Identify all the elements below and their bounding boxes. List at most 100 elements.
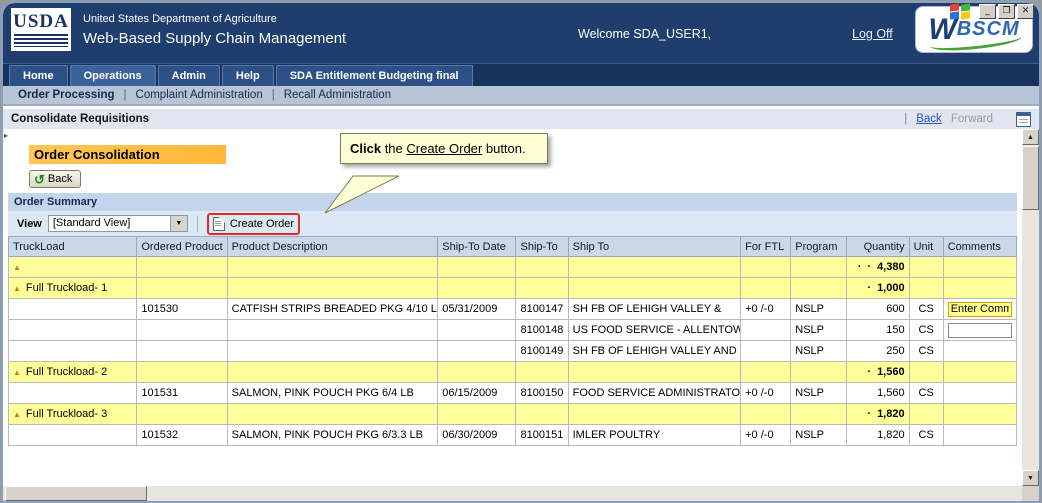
- ship-to-date-cell: 05/31/2009: [438, 299, 516, 320]
- panel-collapse-arrow-icon[interactable]: ▸: [4, 131, 8, 140]
- vertical-scrollbar[interactable]: ▲ ▼: [1022, 129, 1039, 486]
- collapse-triangle-icon[interactable]: ▲: [13, 410, 21, 419]
- view-dropdown[interactable]: [Standard View] ▼: [48, 215, 188, 232]
- for-ftl-cell: [741, 404, 791, 425]
- quantity-cell: ·1,820: [847, 404, 909, 425]
- column-header-comments[interactable]: Comments: [943, 237, 1016, 257]
- truckload-cell: ▲ Full Truckload- 1: [9, 278, 137, 299]
- tab-operations[interactable]: Operations: [70, 65, 156, 86]
- ship-to-code-cell: 8100150: [516, 383, 568, 404]
- program-cell: NSLP: [791, 425, 847, 446]
- ordered-product-cell: [137, 320, 227, 341]
- unit-cell: [909, 278, 943, 299]
- restore-button[interactable]: ❐: [998, 4, 1015, 19]
- column-header-unit[interactable]: Unit: [909, 237, 943, 257]
- truckload-group-row: ▲Full Truckload- 2·1,560: [9, 362, 1017, 383]
- product-description-cell: SALMON, PINK POUCH PKG 6/3.3 LB: [227, 425, 438, 446]
- for-ftl-cell: +0 /-0: [741, 383, 791, 404]
- comment-input[interactable]: [948, 323, 1012, 338]
- comments-cell: [943, 257, 1016, 278]
- order-table: TruckLoadOrdered ProductProduct Descript…: [8, 236, 1017, 446]
- collapse-triangle-icon[interactable]: ▲: [13, 284, 21, 293]
- application-title: Web-Based Supply Chain Management: [83, 30, 346, 47]
- create-order-label: Create Order: [230, 218, 294, 230]
- collapse-triangle-icon[interactable]: ▲: [13, 368, 21, 377]
- truckload-label: Full Truckload- 2: [26, 366, 107, 378]
- ship-to-name-cell: IMLER POULTRY: [568, 425, 741, 446]
- quantity-value: 1,000: [877, 282, 905, 294]
- drill-dot-icon: ·: [858, 261, 862, 273]
- comment-input[interactable]: [948, 302, 1012, 317]
- tab-home[interactable]: Home: [9, 65, 68, 86]
- chevron-down-icon[interactable]: ▼: [170, 216, 187, 231]
- ship-to-name-cell: SH FB OF LEHIGH VALLEY AND: [568, 341, 741, 362]
- truckload-cell: [9, 341, 137, 362]
- usda-logo-stripes: [14, 34, 68, 47]
- scroll-up-icon[interactable]: ▲: [1022, 129, 1039, 145]
- drill-dot-icon: ·: [867, 366, 871, 378]
- tab-sda-entitlement-budgeting-final[interactable]: SDA Entitlement Budgeting final: [276, 65, 473, 86]
- masthead: USDA United States Department of Agricul…: [3, 3, 1039, 63]
- column-header-product-description[interactable]: Product Description: [227, 237, 438, 257]
- vertical-scrollbar-thumb[interactable]: [1022, 146, 1039, 210]
- back-button-label: Back: [48, 173, 72, 185]
- comments-cell: [943, 404, 1016, 425]
- minimize-button[interactable]: _: [979, 4, 996, 19]
- quantity-value: 4,380: [877, 261, 905, 273]
- program-cell: [791, 278, 847, 299]
- truckload-cell: [9, 425, 137, 446]
- ship-to-code-cell: 8100148: [516, 320, 568, 341]
- history-back-link[interactable]: Back: [916, 113, 942, 125]
- subnav-item-complaint-administration[interactable]: Complaint Administration: [127, 89, 272, 101]
- column-header-ship-to-date[interactable]: Ship-To Date: [438, 237, 516, 257]
- agency-name: United States Department of Agriculture: [83, 13, 277, 25]
- toolbar-divider: [197, 216, 198, 232]
- unit-cell: CS: [909, 320, 943, 341]
- history-forward-link: Forward: [951, 113, 993, 125]
- product-description-cell: CATFISH STRIPS BREADED PKG 4/10 LB: [227, 299, 438, 320]
- subnav-item-order-processing[interactable]: Order Processing: [9, 89, 124, 101]
- truckload-label: Full Truckload- 1: [26, 282, 107, 294]
- subnav-item-recall-administration[interactable]: Recall Administration: [275, 89, 400, 101]
- ordered-product-cell: 101530: [137, 299, 227, 320]
- scroll-down-icon[interactable]: ▼: [1022, 470, 1039, 486]
- collapse-triangle-icon[interactable]: ▲: [13, 263, 21, 272]
- page-options-icon[interactable]: [1016, 112, 1031, 127]
- horizontal-scrollbar-thumb[interactable]: [5, 486, 147, 501]
- comments-cell: [943, 362, 1016, 383]
- column-header-quantity[interactable]: Quantity: [847, 237, 909, 257]
- column-header-ship-to[interactable]: Ship-To: [516, 237, 568, 257]
- back-button[interactable]: ↺ Back: [29, 170, 81, 188]
- order-row: 8100149SH FB OF LEHIGH VALLEY ANDNSLP250…: [9, 341, 1017, 362]
- ship-to-date-cell: [438, 278, 516, 299]
- for-ftl-cell: [741, 257, 791, 278]
- comments-cell: [943, 341, 1016, 362]
- log-off-link[interactable]: Log Off: [852, 27, 893, 41]
- column-header-ship-to[interactable]: Ship To: [568, 237, 741, 257]
- view-dropdown-value: [Standard View]: [49, 216, 170, 231]
- product-description-cell: [227, 341, 438, 362]
- column-header-truckload[interactable]: TruckLoad: [9, 237, 137, 257]
- order-row: 8100148US FOOD SERVICE - ALLENTOWNNSLP15…: [9, 320, 1017, 341]
- tab-admin[interactable]: Admin: [158, 65, 220, 86]
- ordered-product-cell: [137, 257, 227, 278]
- column-header-for-ftl[interactable]: For FTL: [741, 237, 791, 257]
- ship-to-code-cell: [516, 362, 568, 383]
- product-description-cell: [227, 362, 438, 383]
- ship-to-date-cell: [438, 404, 516, 425]
- ordered-product-cell: [137, 278, 227, 299]
- ship-to-date-cell: [438, 341, 516, 362]
- horizontal-scrollbar[interactable]: [3, 486, 1022, 501]
- windows-logo-icon: [950, 3, 972, 20]
- create-order-button[interactable]: Create Order: [213, 217, 294, 231]
- for-ftl-cell: [741, 362, 791, 383]
- tab-help[interactable]: Help: [222, 65, 274, 86]
- column-header-program[interactable]: Program: [791, 237, 847, 257]
- drill-dot-icon: ·: [867, 261, 871, 273]
- close-button[interactable]: ✕: [1017, 4, 1034, 19]
- product-description-cell: SALMON, PINK POUCH PKG 6/4 LB: [227, 383, 438, 404]
- for-ftl-cell: [741, 278, 791, 299]
- table-header-row: TruckLoadOrdered ProductProduct Descript…: [9, 237, 1017, 257]
- content-area: Order Consolidation ↺ Back Click the Cre…: [3, 129, 1022, 486]
- column-header-ordered-product[interactable]: Ordered Product: [137, 237, 227, 257]
